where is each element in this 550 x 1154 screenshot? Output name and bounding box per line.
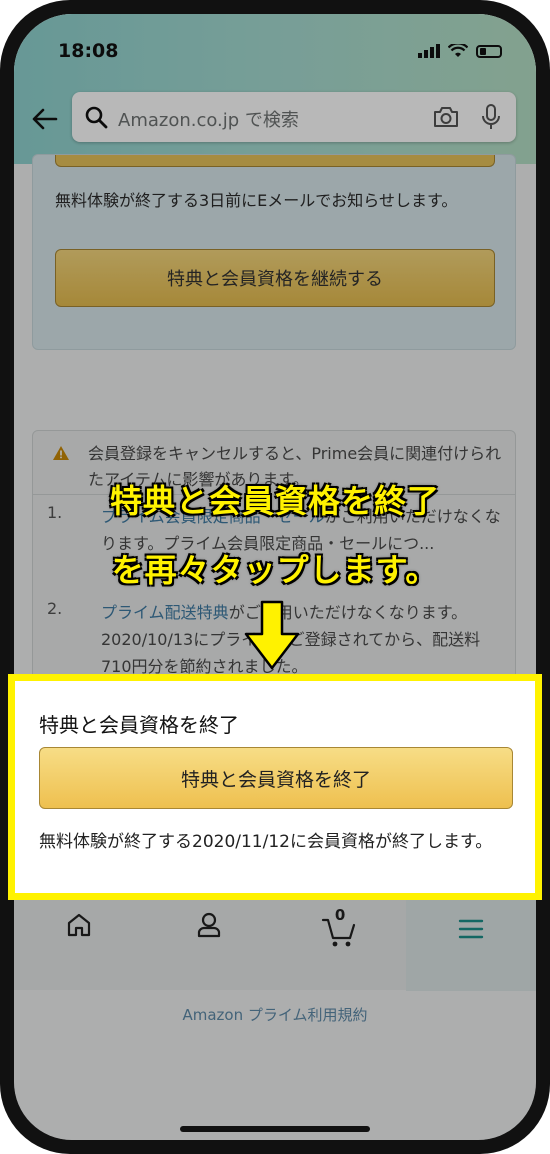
- end-membership-highlight: 特典と会員資格を終了 特典と会員資格を終了 無料体験が終了する2020/11/1…: [8, 674, 542, 900]
- end-date-note: 無料体験が終了する2020/11/12に会員資格が終了します。: [39, 832, 493, 852]
- arrow-down-icon: [244, 600, 300, 670]
- end-membership-button[interactable]: 特典と会員資格を終了: [39, 747, 513, 809]
- instruction-caption-line1: 特典と会員資格を終了: [109, 482, 440, 520]
- instruction-caption-line2: を再々タップします。: [111, 551, 439, 589]
- home-indicator: [180, 1126, 370, 1132]
- end-membership-title: 特典と会員資格を終了: [39, 713, 239, 737]
